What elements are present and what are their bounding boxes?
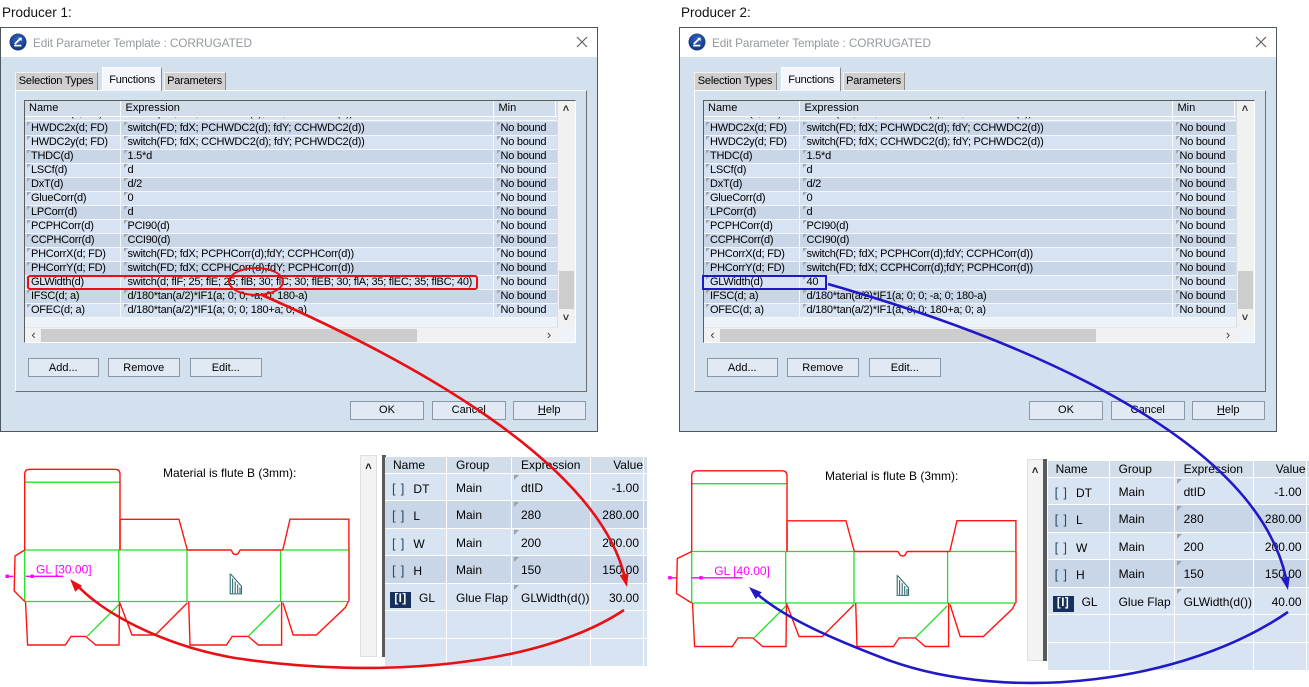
svg-text:GL [30.00]: GL [30.00] [36, 563, 92, 577]
svg-text:GL [40.00]: GL [40.00] [714, 564, 770, 578]
